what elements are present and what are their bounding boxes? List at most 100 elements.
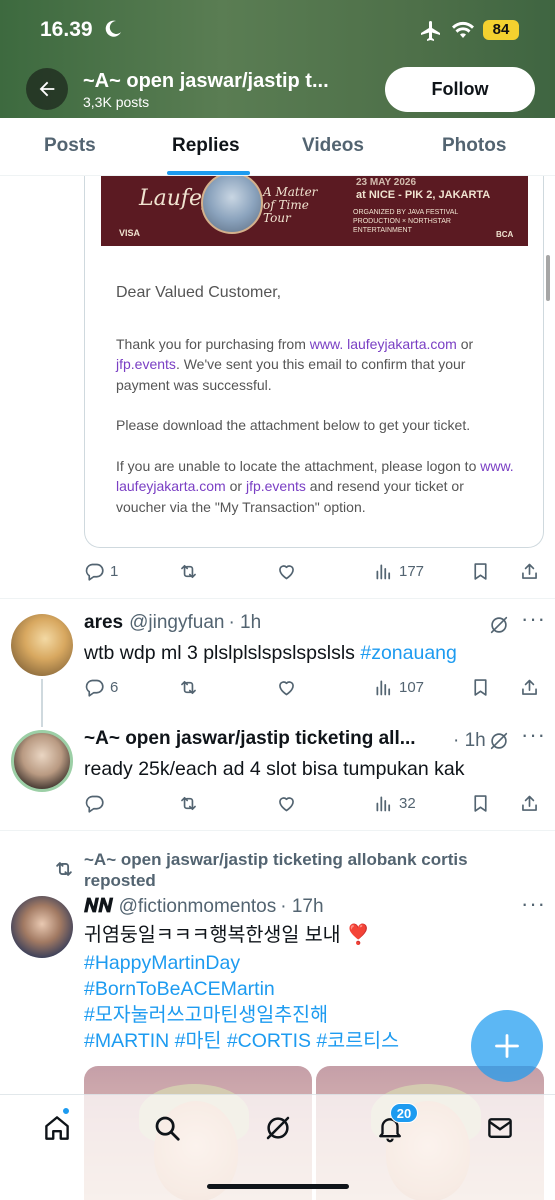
grok-icon[interactable] <box>263 1113 293 1143</box>
hashtag-link[interactable]: #CORTIS <box>227 1030 311 1052</box>
post-actions: 1 177 <box>84 558 544 584</box>
like-button[interactable] <box>276 674 297 700</box>
banner-organizers: ORGANIZED BY JAVA FESTIVAL PRODUCTION × … <box>353 209 459 234</box>
share-icon <box>522 679 537 695</box>
tab-videos[interactable]: Videos <box>302 135 364 157</box>
repost-icon <box>181 564 196 578</box>
author-handle[interactable]: @jingyfuan <box>129 612 224 634</box>
hashtag-link[interactable]: #모자눌러쓰고마틴생일추진해 <box>84 1002 399 1028</box>
tweet-time: · 17h <box>280 896 324 917</box>
tweet-header: 𝑵𝑵 @fictionmomentos · 17h <box>84 895 324 921</box>
search-icon[interactable] <box>152 1113 182 1143</box>
hashtag-link[interactable]: #코르티스 <box>316 1030 399 1052</box>
email-paragraph-3: If you are unable to locate the attachme… <box>116 456 516 518</box>
tweet-text-body: wtb wdp ml 3 plslplslspslspslsls <box>84 642 361 664</box>
reply-button[interactable]: 1 <box>84 558 118 584</box>
views-icon <box>376 564 391 579</box>
airplane-icon <box>421 21 440 41</box>
banner-date: 23 MAY 2026 <box>356 177 417 188</box>
repost-label[interactable]: ~A~ open jaswar/jastip ticketing alloban… <box>84 849 514 891</box>
moon-icon <box>105 20 121 37</box>
post-media-email[interactable]: Laufey A Matter of Time Tour 23 MAY 2026… <box>84 176 544 548</box>
email-text: or <box>225 478 246 494</box>
hashtag-link[interactable]: #HappyMartinDay <box>84 950 399 976</box>
visa-logo: VISA <box>119 228 141 238</box>
like-button[interactable] <box>276 790 297 816</box>
reply-button[interactable] <box>84 790 105 816</box>
avatar[interactable] <box>11 896 73 958</box>
share-icon <box>522 563 537 579</box>
reply-icon <box>85 563 104 581</box>
thread-connector <box>41 679 43 727</box>
profile-tabs: Posts Replies Videos Photos <box>0 118 555 176</box>
hashtag-link[interactable]: #MARTIN <box>84 1030 169 1052</box>
hashtag-link[interactable]: #BornToBeACEMartin <box>84 976 399 1002</box>
views-button[interactable]: 32 <box>373 790 416 816</box>
share-button[interactable] <box>519 790 540 816</box>
bookmark-button[interactable] <box>470 790 491 816</box>
share-button[interactable] <box>519 558 540 584</box>
email-body: Dear Valued Customer, Thank you for purc… <box>116 283 516 537</box>
views-count: 32 <box>399 794 416 812</box>
scrollbar[interactable] <box>546 255 550 301</box>
tweet-header: ~A~ open jaswar/jastip ticketing all... <box>84 728 444 754</box>
divider <box>0 830 555 831</box>
email-text: If you are unable to locate the attachme… <box>116 457 481 474</box>
email-link: jfp.events <box>116 356 176 372</box>
post-actions: 32 <box>84 790 544 816</box>
tab-replies[interactable]: Replies <box>172 135 240 157</box>
repost-icon <box>181 680 196 694</box>
like-button[interactable] <box>276 558 297 584</box>
tweet-time: · 1h <box>453 730 486 751</box>
reply-button[interactable]: 6 <box>84 674 118 700</box>
email-greeting: Dear Valued Customer, <box>116 284 282 301</box>
compose-button[interactable] <box>471 1010 543 1082</box>
post-actions: 6 107 <box>84 674 544 700</box>
tab-posts[interactable]: Posts <box>44 135 96 157</box>
repost-button[interactable] <box>178 558 199 584</box>
active-tab-indicator <box>167 171 250 175</box>
status-time: 16.39 <box>40 18 93 41</box>
bookmark-button[interactable] <box>470 674 491 700</box>
repost-icon <box>56 862 72 876</box>
grok-icon[interactable] <box>488 730 510 752</box>
more-options-icon[interactable]: ··· <box>521 891 546 917</box>
follow-button[interactable]: Follow <box>385 67 535 112</box>
avatar[interactable] <box>11 614 73 676</box>
repost-button[interactable] <box>178 674 199 700</box>
repost-button[interactable] <box>178 790 199 816</box>
views-icon <box>376 680 391 695</box>
more-options-icon[interactable]: ··· <box>521 606 546 632</box>
heart-icon <box>279 796 294 811</box>
profile-header: 16.39 84 ~A~ open jaswar/jastip t... 3,3… <box>0 0 555 118</box>
author-name[interactable]: ~A~ open jaswar/jastip ticketing all... <box>84 728 416 750</box>
posts-count: 3,3K posts <box>83 94 150 110</box>
banner-venue: at NICE - PIK 2, JAKARTA <box>356 189 491 201</box>
battery-indicator: 84 <box>483 20 519 40</box>
home-icon[interactable] <box>42 1113 72 1143</box>
author-name[interactable]: ares <box>84 612 123 634</box>
divider <box>0 598 555 599</box>
email-text: or <box>456 335 474 352</box>
bookmark-button[interactable] <box>470 558 491 584</box>
author-name[interactable]: 𝑵𝑵 <box>84 895 113 917</box>
views-button[interactable]: 107 <box>373 674 424 700</box>
more-options-icon[interactable]: ··· <box>521 722 546 748</box>
avatar[interactable] <box>11 730 73 792</box>
mail-icon[interactable] <box>485 1113 515 1143</box>
tweet-text: 귀염둥일ㅋㅋㅋ행복한생일 보내 ❣️ <box>84 924 371 946</box>
notifications-badge: 20 <box>390 1103 418 1123</box>
email-link: www. laufeyjakarta.com <box>309 335 457 352</box>
back-button[interactable] <box>26 68 68 110</box>
tab-photos[interactable]: Photos <box>442 135 506 157</box>
author-handle[interactable]: @fictionmomentos <box>119 896 277 918</box>
bca-logo: BCA <box>496 230 514 239</box>
share-button[interactable] <box>519 674 540 700</box>
hashtag-link[interactable]: #zonauang <box>360 642 457 664</box>
banner-tour-name: A Matter of Time Tour <box>263 185 318 225</box>
views-button[interactable]: 177 <box>373 558 424 584</box>
grok-icon[interactable] <box>488 614 510 636</box>
home-indicator[interactable] <box>207 1184 349 1189</box>
tweet-time: · 1h <box>228 612 262 633</box>
hashtag-link[interactable]: #마틴 <box>175 1030 222 1052</box>
